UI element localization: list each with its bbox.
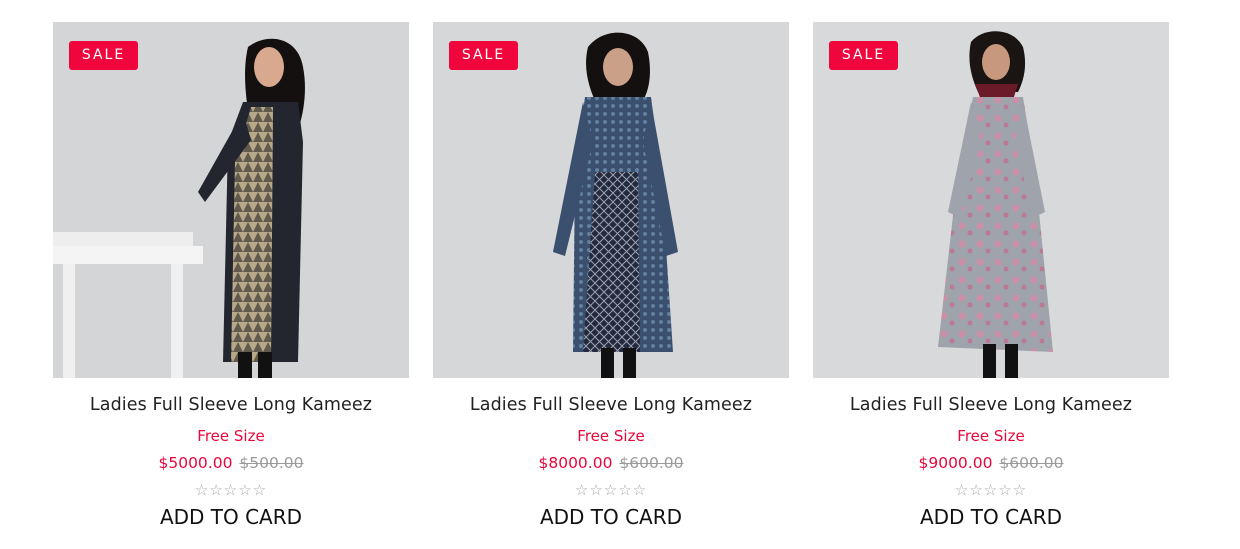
- product-title[interactable]: Ladies Full Sleeve Long Kameez: [433, 395, 789, 415]
- product-size: Free Size: [577, 427, 645, 445]
- add-to-cart-button[interactable]: ADD TO CARD: [53, 505, 409, 529]
- add-to-cart-button[interactable]: ADD TO CARD: [433, 505, 789, 529]
- product-title[interactable]: Ladies Full Sleeve Long Kameez: [813, 395, 1169, 415]
- product-image[interactable]: SALE: [433, 22, 789, 378]
- star-rating: ☆☆☆☆☆: [194, 481, 268, 499]
- current-price: $8000.00: [538, 454, 613, 472]
- sale-badge: SALE: [829, 41, 898, 70]
- product-title[interactable]: Ladies Full Sleeve Long Kameez: [53, 395, 409, 415]
- old-price: $500.00: [239, 454, 304, 472]
- old-price: $600.00: [619, 454, 684, 472]
- product-photo-2: [433, 22, 789, 378]
- price-row: $9000.00 $600.00: [813, 454, 1169, 472]
- product-grid: SALE Ladies Full Sleeve Long Kameez Free…: [0, 0, 1240, 549]
- product-photo-1: [53, 22, 409, 378]
- product-card: SALE Ladies Full Sleeve Long Kameez Free…: [813, 22, 1169, 529]
- product-size: Free Size: [957, 427, 1025, 445]
- current-price: $5000.00: [158, 454, 233, 472]
- product-image[interactable]: SALE: [813, 22, 1169, 378]
- add-to-cart-button[interactable]: ADD TO CARD: [813, 505, 1169, 529]
- product-card: SALE Ladies Full Sleeve Long Kameez Free…: [433, 22, 789, 529]
- price-row: $5000.00 $500.00: [53, 454, 409, 472]
- product-photo-3: [813, 22, 1169, 378]
- star-rating: ☆☆☆☆☆: [954, 481, 1028, 499]
- current-price: $9000.00: [918, 454, 993, 472]
- product-image[interactable]: SALE: [53, 22, 409, 378]
- price-row: $8000.00 $600.00: [433, 454, 789, 472]
- sale-badge: SALE: [449, 41, 518, 70]
- old-price: $600.00: [999, 454, 1064, 472]
- product-card: SALE Ladies Full Sleeve Long Kameez Free…: [53, 22, 409, 529]
- star-rating: ☆☆☆☆☆: [574, 481, 648, 499]
- sale-badge: SALE: [69, 41, 138, 70]
- product-size: Free Size: [197, 427, 265, 445]
